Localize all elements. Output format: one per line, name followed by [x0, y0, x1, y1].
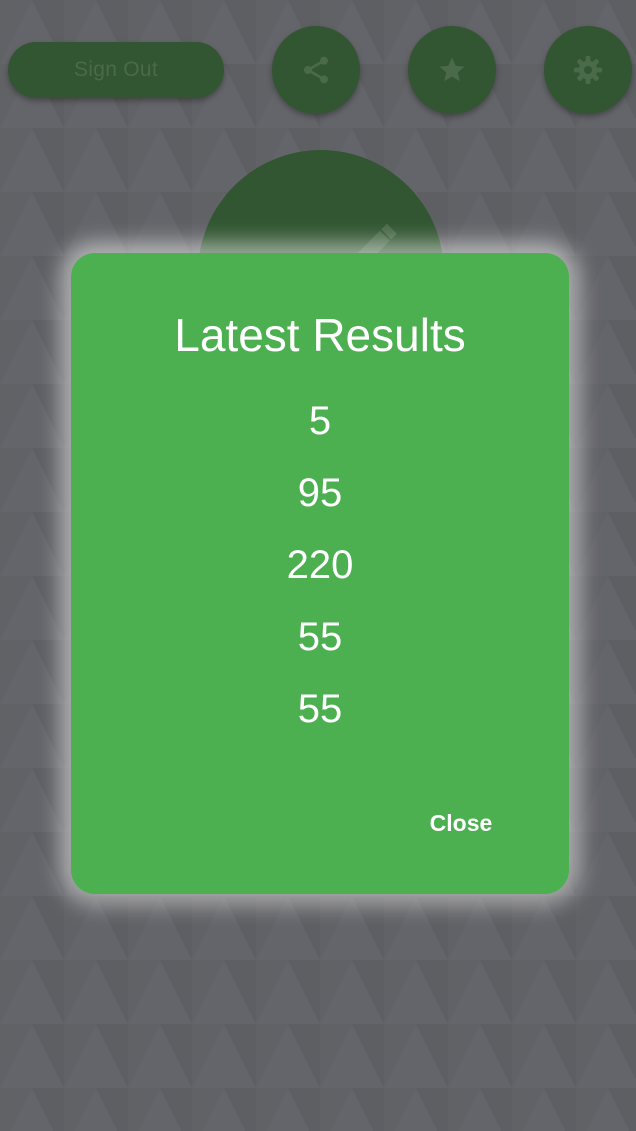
latest-results-dialog: Latest Results 5 95 220 55 55 Close: [71, 253, 569, 894]
result-item: 55: [297, 687, 343, 731]
close-button[interactable]: Close: [411, 803, 511, 843]
result-item: 5: [308, 399, 332, 443]
result-item: 55: [297, 615, 343, 659]
result-item: 95: [297, 471, 343, 515]
dialog-title: Latest Results: [174, 309, 466, 361]
result-item: 220: [286, 543, 354, 587]
